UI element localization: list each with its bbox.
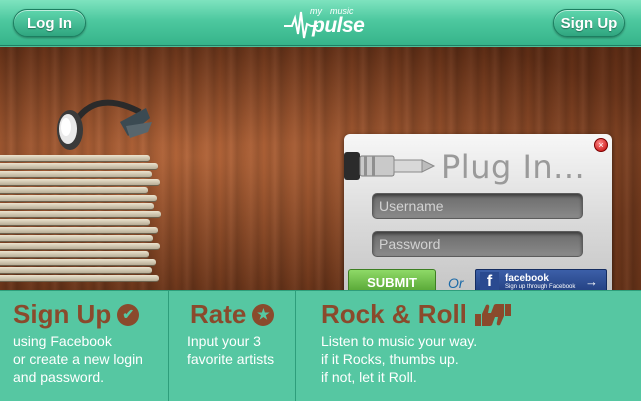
step-sign-up-description: using Facebook or create a new login and… xyxy=(13,332,143,386)
record-sleeve xyxy=(0,195,157,202)
record-sleeve xyxy=(0,203,154,210)
step-rate: Rate ★ Input your 3 favorite artists xyxy=(168,291,295,401)
record-sleeve xyxy=(0,179,160,186)
logo-pulse-text: pulse xyxy=(312,14,365,37)
facebook-icon: f xyxy=(480,272,499,291)
check-circle-icon: ✔ xyxy=(117,303,140,326)
facebook-button-title: facebook xyxy=(505,273,549,284)
record-sleeve xyxy=(0,187,148,194)
step-rate-description: Input your 3 favorite artists xyxy=(187,332,274,368)
username-input[interactable] xyxy=(372,193,583,219)
step-title: Rate ★ xyxy=(190,299,275,330)
top-bar: Log In my music pulse Sign Up xyxy=(0,0,641,46)
record-sleeve xyxy=(0,275,159,282)
audio-jack-icon xyxy=(344,152,436,180)
record-sleeve xyxy=(0,211,161,218)
record-sleeve xyxy=(0,251,149,258)
login-button[interactable]: Log In xyxy=(13,9,86,37)
headphones-icon xyxy=(57,99,152,150)
step-line: if it Rocks, thumbs up. xyxy=(321,351,459,367)
plug-in-login-panel: × Plug In... SUBMIT Or f facebook Sign u… xyxy=(344,134,612,298)
record-sleeve xyxy=(0,243,160,250)
step-sign-up-title: Sign Up xyxy=(13,299,112,329)
step-rock-and-roll-title: Rock & Roll xyxy=(321,299,467,329)
record-sleeve xyxy=(0,171,152,178)
step-line: Input your 3 xyxy=(187,333,261,349)
close-icon[interactable]: × xyxy=(594,138,608,152)
step-sign-up: Sign Up ✔ using Facebook or create a new… xyxy=(0,291,168,401)
step-rock-and-roll-description: Listen to music your way. if it Rocks, t… xyxy=(321,332,477,386)
step-line: and password. xyxy=(13,369,105,385)
step-rock-and-roll: Rock & Roll Listen to music your way. if… xyxy=(295,291,641,401)
hero-banner: × Plug In... SUBMIT Or f facebook Sign u… xyxy=(0,47,641,298)
step-rate-title: Rate xyxy=(190,299,247,329)
submit-button-label: SUBMIT xyxy=(367,275,417,290)
signup-button[interactable]: Sign Up xyxy=(553,9,625,37)
step-line: or create a new login xyxy=(13,351,143,367)
step-line: using Facebook xyxy=(13,333,112,349)
step-title: Sign Up ✔ xyxy=(13,299,140,330)
login-button-label: Log In xyxy=(27,14,72,32)
star-circle-icon: ★ xyxy=(252,303,275,326)
record-sleeve xyxy=(0,267,152,274)
step-line: favorite artists xyxy=(187,351,275,367)
step-line: if not, let it Roll. xyxy=(321,369,417,385)
thumbs-up-down-icon xyxy=(474,303,511,326)
or-separator: Or xyxy=(448,275,464,291)
record-sleeve xyxy=(0,235,153,242)
step-title: Rock & Roll xyxy=(321,299,513,330)
my-music-pulse-logo[interactable]: my music pulse xyxy=(284,2,365,44)
record-sleeve xyxy=(0,259,156,266)
signup-button-label: Sign Up xyxy=(560,14,618,32)
record-sleeve xyxy=(0,219,150,226)
record-stack-illustration xyxy=(0,155,162,290)
record-sleeve xyxy=(0,227,158,234)
panel-title: Plug In... xyxy=(441,148,586,186)
how-it-works-steps: Sign Up ✔ using Facebook or create a new… xyxy=(0,290,641,401)
arrow-right-icon: → xyxy=(585,274,598,289)
password-input[interactable] xyxy=(372,231,583,257)
step-line: Listen to music your way. xyxy=(321,333,478,349)
